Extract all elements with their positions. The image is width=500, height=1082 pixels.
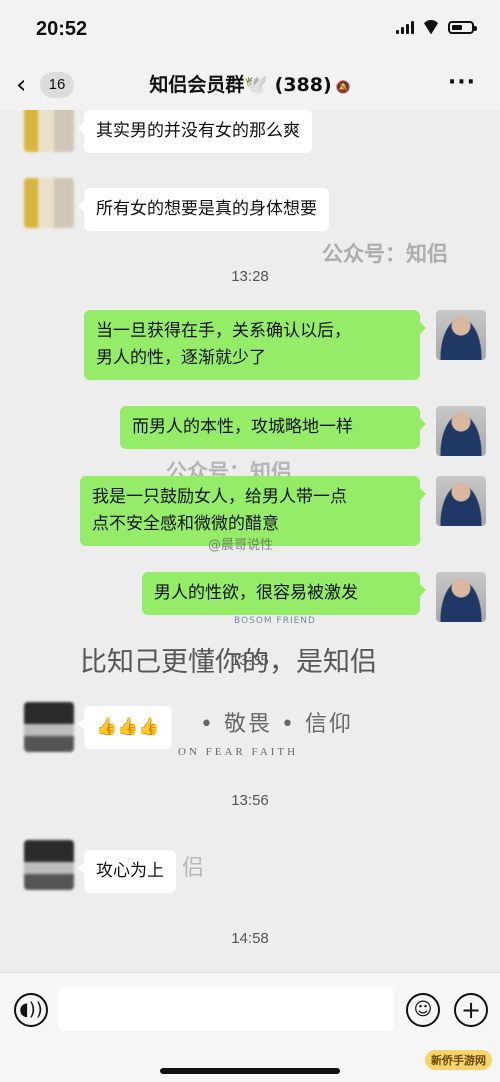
avatar[interactable] [24, 702, 74, 752]
slogan-values-en-text: ON FEAR FAITH [178, 746, 299, 758]
avatar[interactable] [24, 840, 74, 890]
avatar[interactable] [436, 406, 486, 456]
wifi-icon [422, 20, 440, 34]
chat-title[interactable]: 知侣会员群🕊️ (388) 🔕 [0, 72, 500, 100]
watermark-text: @晨哥说性 [208, 538, 274, 553]
emoji-icon[interactable]: ☺ [406, 993, 440, 1027]
message-bubble[interactable]: 而男人的本性，攻城略地一样 [120, 406, 426, 449]
message-bubble[interactable]: 👍👍👍 [78, 706, 172, 749]
watermark-text: BOSOM FRIEND [234, 616, 316, 626]
signal-icon [396, 20, 414, 34]
avatar[interactable] [436, 310, 486, 360]
avatar[interactable] [24, 178, 74, 228]
watermark-text: 公众号：知侣 [322, 242, 448, 266]
input-bar: ◖)) ☺ + [0, 972, 500, 1082]
plus-icon[interactable]: + [454, 993, 488, 1027]
message-bubble[interactable]: 其实男的并没有女的那么爽 [78, 110, 312, 153]
message-bubble[interactable]: 攻心为上 [78, 850, 176, 893]
avatar[interactable] [24, 110, 74, 152]
battery-icon [448, 20, 477, 34]
avatar[interactable] [436, 572, 486, 622]
home-indicator[interactable] [160, 1068, 340, 1074]
message-input[interactable] [58, 987, 394, 1031]
bell-off-icon: 🔕 [335, 80, 351, 94]
site-logo: 新侨手游网 [425, 1050, 492, 1070]
status-icons [396, 20, 477, 34]
timestamp: 14:58 [231, 930, 269, 947]
chat-message-list[interactable]: 其实男的并没有女的那么爽 所有女的想要是真的身体想要 公众号：知侣 13:28 … [0, 110, 500, 972]
timestamp: 13:56 [231, 792, 269, 809]
timestamp: 13:35 [231, 652, 269, 669]
status-time: 20:52 [36, 18, 88, 40]
status-bar: 20:52 [0, 0, 500, 62]
timestamp: 13:28 [231, 268, 269, 285]
watermark-text: 侣 [182, 856, 207, 881]
slogan-values-text: • 敬畏 • 信仰 [200, 712, 353, 737]
message-bubble[interactable]: 当一旦获得在手，关系确认以后， 男人的性，逐渐就少了 [84, 310, 426, 380]
voice-icon[interactable]: ◖)) [14, 993, 48, 1027]
message-bubble[interactable]: 男人的性欲，很容易被激发 [142, 572, 426, 615]
avatar[interactable] [436, 476, 486, 526]
chat-title-text: 知侣会员群🕊️ (388) [149, 74, 332, 96]
ellipsis-icon[interactable]: ··· [448, 70, 476, 95]
message-bubble[interactable]: 所有女的想要是真的身体想要 [78, 188, 329, 231]
chat-header: ‹ 16 知侣会员群🕊️ (388) 🔕 ··· [0, 62, 500, 110]
